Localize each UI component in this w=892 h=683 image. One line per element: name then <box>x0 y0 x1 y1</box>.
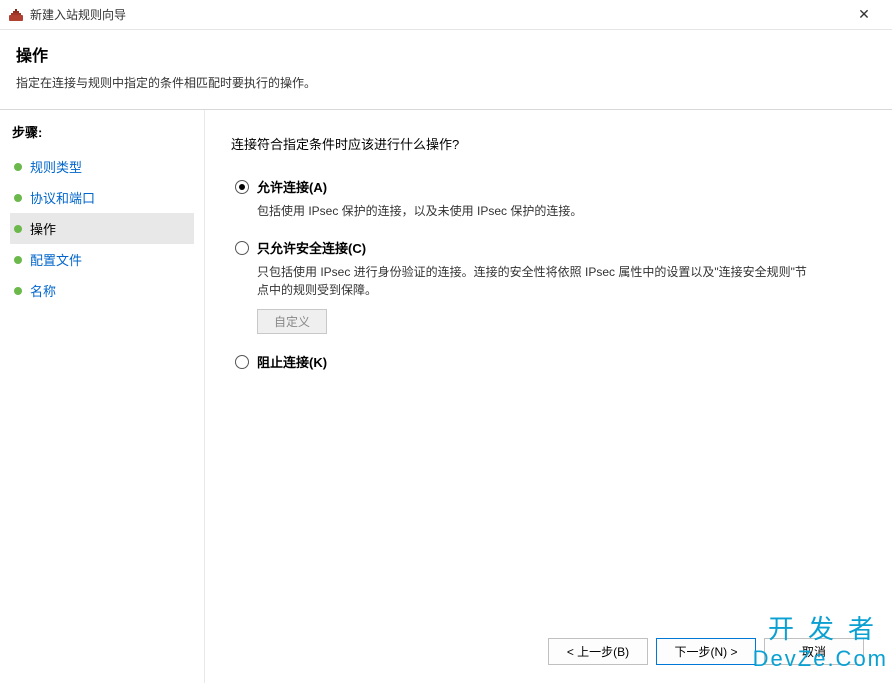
step-protocol-port[interactable]: 协议和端口 <box>10 182 194 213</box>
step-label: 配置文件 <box>30 250 82 269</box>
bullet-icon <box>14 194 22 202</box>
radio-icon <box>235 241 249 255</box>
radio-allow-connection[interactable]: 允许连接(A) 包括使用 IPsec 保护的连接，以及未使用 IPsec 保护的… <box>235 177 862 220</box>
bullet-icon <box>14 287 22 295</box>
close-button[interactable]: ✕ <box>844 1 884 29</box>
action-prompt: 连接符合指定条件时应该进行什么操作? <box>231 134 862 153</box>
cancel-button[interactable]: 取消 <box>764 638 864 665</box>
radio-allow-secure-connection[interactable]: 只允许安全连接(C) 只包括使用 IPsec 进行身份验证的连接。连接的安全性将… <box>235 238 862 334</box>
wizard-header: 操作 指定在连接与规则中指定的条件相匹配时要执行的操作。 <box>0 30 892 110</box>
close-icon: ✕ <box>858 6 870 23</box>
back-button[interactable]: < 上一步(B) <box>548 638 648 665</box>
radio-icon <box>235 355 249 369</box>
radio-block-connection[interactable]: 阻止连接(K) <box>235 352 862 371</box>
radio-label: 允许连接(A) <box>257 177 327 196</box>
radio-label: 只允许安全连接(C) <box>257 238 366 257</box>
radio-label: 阻止连接(K) <box>257 352 327 371</box>
steps-sidebar: 步骤: 规则类型 协议和端口 操作 配置文件 名称 <box>0 110 205 683</box>
step-rule-type[interactable]: 规则类型 <box>10 151 194 182</box>
titlebar: 新建入站规则向导 ✕ <box>0 0 892 30</box>
step-profile[interactable]: 配置文件 <box>10 244 194 275</box>
app-icon <box>8 7 24 23</box>
main-panel: 连接符合指定条件时应该进行什么操作? 允许连接(A) 包括使用 IPsec 保护… <box>205 110 892 683</box>
bullet-icon <box>14 225 22 233</box>
wizard-footer: < 上一步(B) 下一步(N) > 取消 <box>548 638 864 665</box>
wizard-body: 步骤: 规则类型 协议和端口 操作 配置文件 名称 连接符合指定条件时应该进行什… <box>0 110 892 683</box>
step-label: 规则类型 <box>30 157 82 176</box>
step-label: 操作 <box>30 219 56 238</box>
action-radio-group: 允许连接(A) 包括使用 IPsec 保护的连接，以及未使用 IPsec 保护的… <box>231 177 862 389</box>
radio-description: 只包括使用 IPsec 进行身份验证的连接。连接的安全性将依照 IPsec 属性… <box>257 263 817 299</box>
steps-title: 步骤: <box>10 122 194 141</box>
bullet-icon <box>14 256 22 264</box>
radio-description: 包括使用 IPsec 保护的连接，以及未使用 IPsec 保护的连接。 <box>257 202 817 220</box>
page-title: 操作 <box>16 42 876 66</box>
window-title: 新建入站规则向导 <box>30 6 844 23</box>
page-subtitle: 指定在连接与规则中指定的条件相匹配时要执行的操作。 <box>16 74 876 91</box>
customize-button: 自定义 <box>257 309 327 334</box>
radio-icon <box>235 180 249 194</box>
step-label: 名称 <box>30 281 56 300</box>
step-name[interactable]: 名称 <box>10 275 194 306</box>
next-button[interactable]: 下一步(N) > <box>656 638 756 665</box>
step-label: 协议和端口 <box>30 188 95 207</box>
bullet-icon <box>14 163 22 171</box>
step-action[interactable]: 操作 <box>10 213 194 244</box>
